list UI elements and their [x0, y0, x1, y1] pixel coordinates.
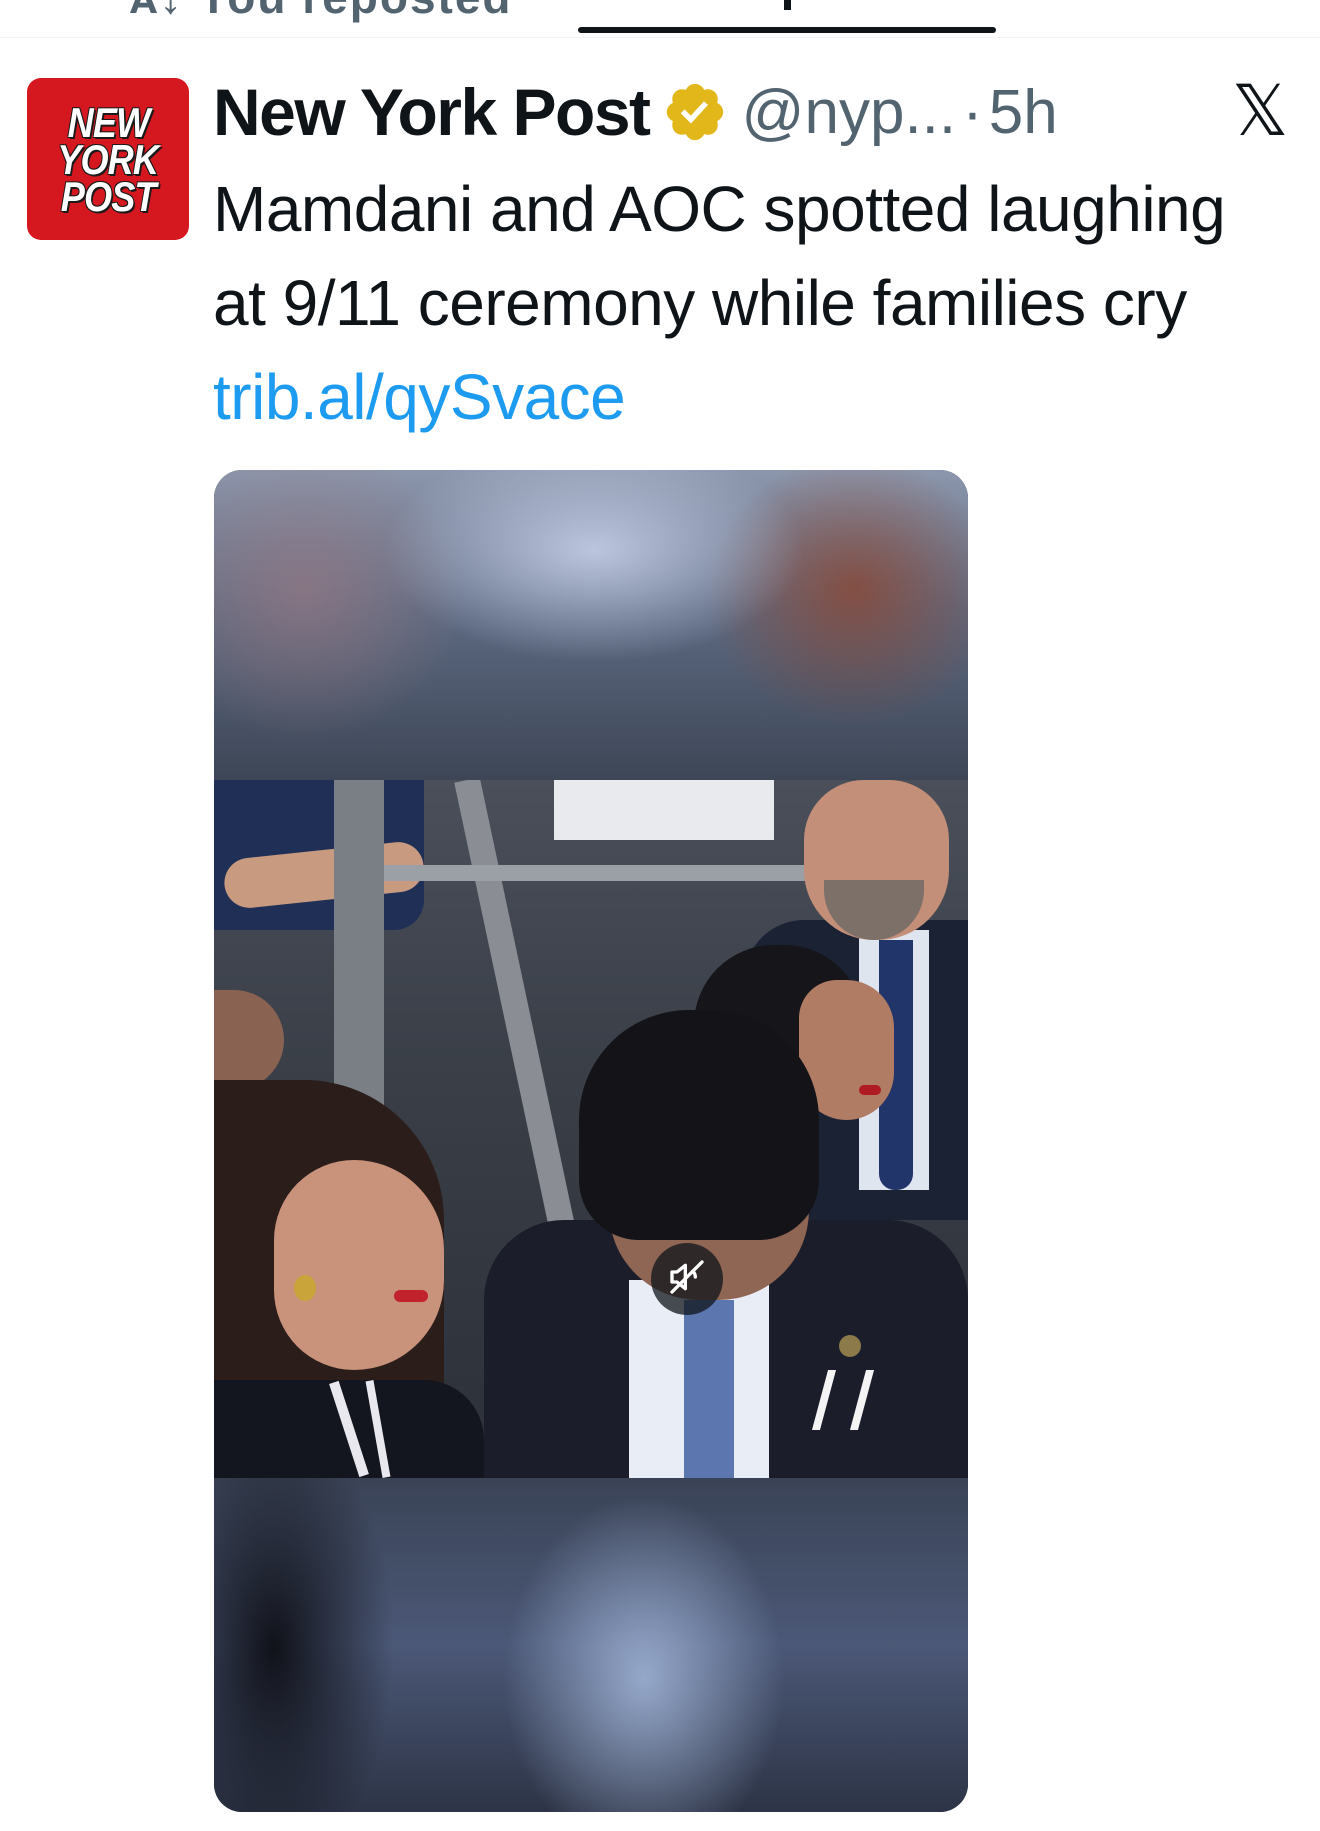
man-hair — [579, 1010, 819, 1240]
woman-face — [274, 1160, 444, 1370]
divider — [0, 37, 1320, 38]
x-logo-icon: 𝕏 — [1232, 70, 1289, 152]
tweet-link[interactable]: trib.al/qySvace — [213, 361, 626, 433]
mute-button[interactable] — [651, 1243, 723, 1315]
person-shirt — [554, 780, 774, 840]
lapel-pin — [839, 1335, 861, 1357]
woman-lips — [859, 1085, 881, 1095]
repost-indicator-cut: ᴀ↓ You reposted — [130, 0, 513, 24]
handle[interactable]: @nyp... — [742, 77, 957, 148]
verified-badge-icon[interactable] — [662, 79, 728, 145]
tab-indicator — [578, 27, 996, 33]
video-blur-bottom — [214, 1478, 968, 1812]
video-player[interactable] — [214, 470, 968, 1812]
avatar[interactable]: NEW YORK POST — [27, 78, 189, 240]
display-name[interactable]: New York Post — [213, 74, 651, 150]
speaker-muted-icon — [667, 1257, 707, 1302]
woman-lips — [394, 1290, 428, 1302]
tweet-text: Mamdani and AOC spotted laughing at 9/11… — [213, 162, 1273, 444]
tweet-body: Mamdani and AOC spotted laughing at 9/11… — [213, 173, 1226, 339]
video-blur-top — [214, 470, 968, 780]
avatar-logo-line: POST — [60, 172, 157, 220]
video-frame — [214, 780, 968, 1478]
man-tie — [684, 1300, 734, 1478]
separator-dot: · — [962, 77, 983, 147]
timestamp[interactable]: 5h — [989, 77, 1058, 148]
top-strip: ᴀ↓ You reposted — [0, 0, 1320, 40]
tweet-header: New York Post @nyp... · 5h — [213, 72, 1058, 152]
earring — [294, 1275, 316, 1301]
tab-indicator-tick — [784, 0, 791, 10]
